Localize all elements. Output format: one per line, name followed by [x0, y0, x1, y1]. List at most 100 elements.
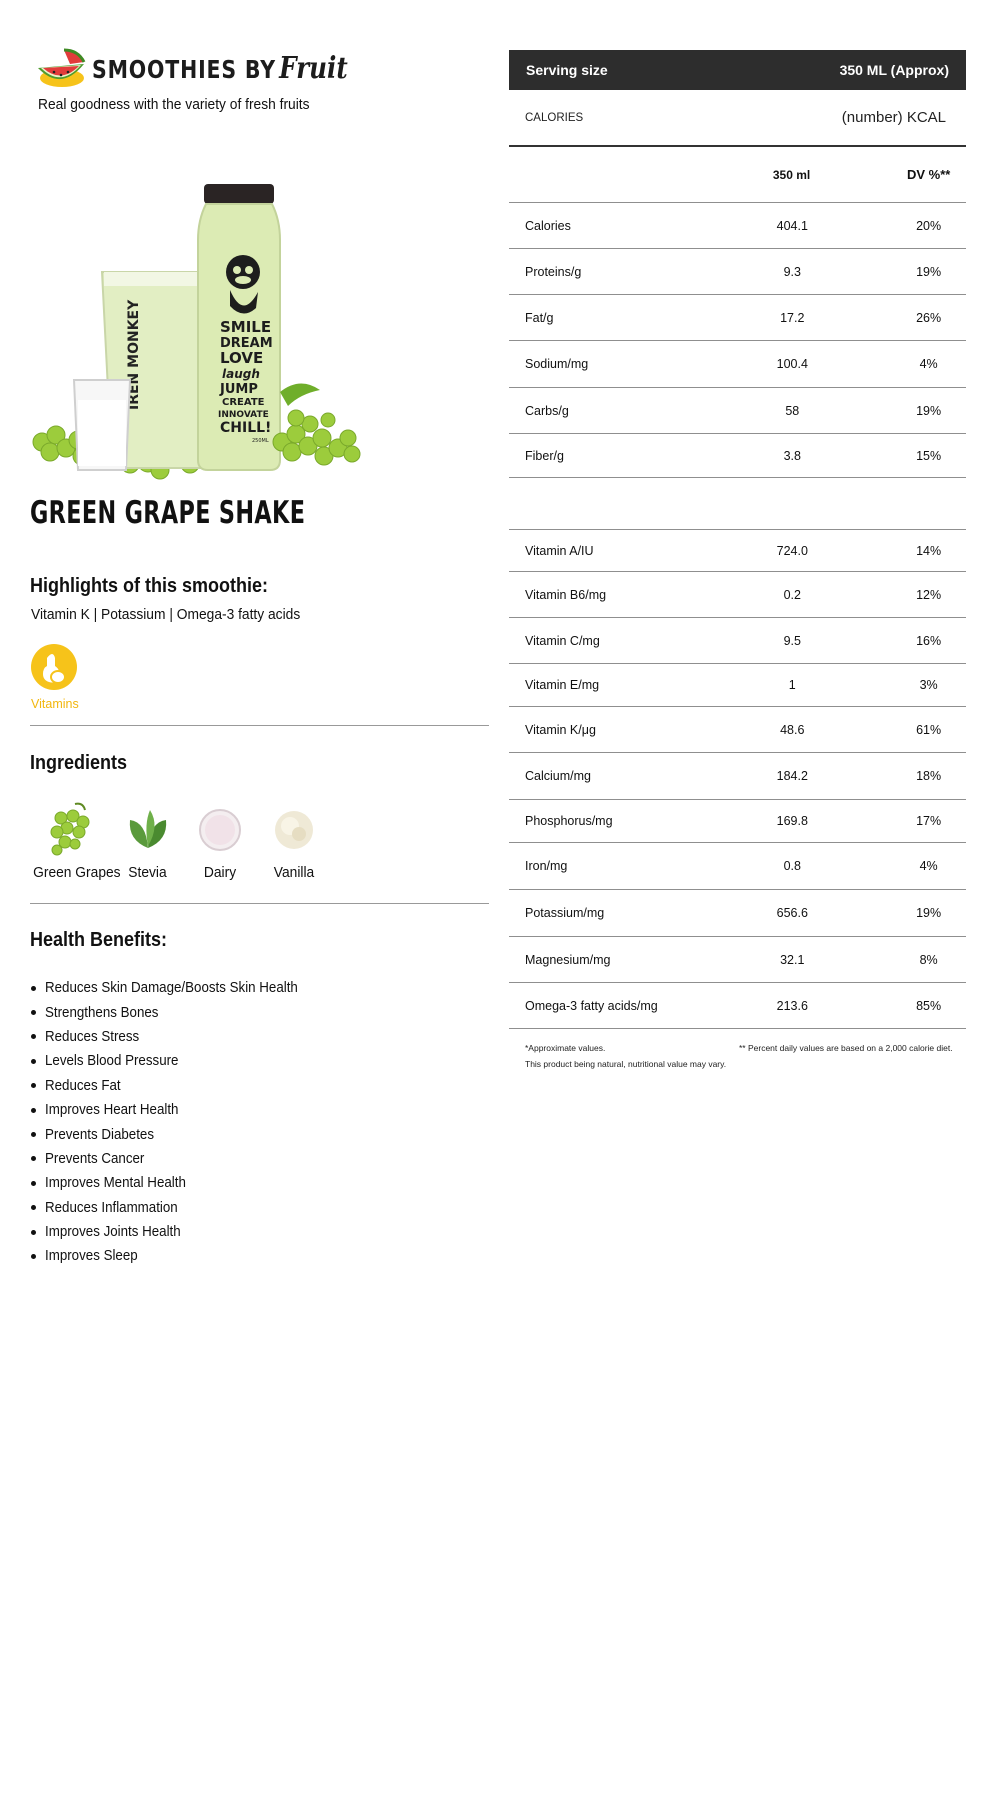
- table-spacer: [509, 478, 966, 530]
- serving-size-label: Serving size: [526, 62, 608, 78]
- list-item: Improves Joints Health: [30, 1220, 320, 1244]
- nutrient-amount: 1: [788, 678, 796, 692]
- ingredient-item: Green Grapes: [30, 800, 121, 881]
- brand-name-text: SMOOTHIES BY: [92, 54, 276, 84]
- bullet-icon: [31, 1034, 36, 1040]
- footnote-approximate: *Approximate values.: [525, 1043, 606, 1053]
- table-row: Vitamin B6/mg 0.2 12%: [509, 572, 966, 618]
- nutrient-name: Iron/mg: [525, 859, 568, 873]
- benefit-text: Reduces Stress: [45, 1028, 140, 1045]
- bullet-icon: [31, 1205, 36, 1211]
- table-row: Magnesium/mg 32.1 8%: [509, 937, 966, 983]
- nutrient-amount: 0.8: [783, 859, 801, 873]
- benefit-text: Reduces Inflammation: [45, 1199, 178, 1216]
- nutrient-amount: 58: [785, 403, 800, 418]
- bullet-icon: [31, 1180, 36, 1186]
- nutrient-amount: 656.6: [776, 906, 808, 920]
- nutrient-dv: 4%: [919, 357, 938, 371]
- nutrient-name: Vitamin A/IU: [525, 543, 594, 558]
- vanilla-icon: [275, 811, 313, 849]
- nutrient-dv: 26%: [916, 310, 942, 325]
- nutrient-amount: 3.8: [783, 448, 801, 463]
- nutrient-amount: 9.3: [783, 264, 801, 279]
- nutrient-name: Sodium/mg: [525, 357, 589, 371]
- bullet-icon: [31, 1132, 36, 1138]
- nutrient-name: Calcium/mg: [525, 769, 591, 783]
- serving-size-bar: Serving size 350 ML (Approx): [509, 50, 966, 90]
- nutrient-amount: 17.2: [780, 310, 805, 325]
- nutrient-amount: 213.6: [776, 998, 808, 1013]
- table-row: Carbs/g 58 19%: [509, 388, 966, 434]
- table-row: Fiber/g 3.8 15%: [509, 434, 966, 478]
- benefit-text: Reduces Fat: [45, 1077, 121, 1094]
- benefit-text: Improves Joints Health: [45, 1224, 181, 1241]
- nutrient-amount: 32.1: [780, 952, 805, 967]
- nutrient-dv: 85%: [916, 998, 942, 1013]
- dairy-icon: [199, 809, 241, 851]
- nutrient-name: Vitamin B6/mg: [525, 587, 607, 602]
- bullet-icon: [31, 1010, 36, 1016]
- bullet-icon: [31, 1156, 36, 1162]
- bullet-icon: [31, 1229, 36, 1235]
- table-row: Fat/g 17.2 26%: [509, 295, 966, 341]
- product-info-panel: SMOOTHIES BY Fruit Real goodness with the…: [0, 0, 500, 1797]
- table-row: Calories 404.1 20%: [509, 203, 966, 249]
- vitamins-icon: [43, 654, 66, 684]
- calories-summary-label: CALORIES: [525, 111, 584, 124]
- grape-cluster-right: [272, 383, 361, 466]
- green-grapes-icon: [50, 802, 90, 856]
- list-item: Improves Sleep: [30, 1244, 320, 1268]
- table-row: Potassium/mg 656.6 19%: [509, 890, 966, 937]
- benefit-text: Improves Sleep: [45, 1248, 138, 1265]
- table-row: Calcium/mg 184.2 18%: [509, 753, 966, 800]
- list-item: Prevents Cancer: [30, 1147, 320, 1171]
- bullet-icon: [31, 1058, 36, 1064]
- table-row: Iron/mg 0.8 4%: [509, 843, 966, 890]
- macro-nutrient-rows: Calories 404.1 20% Proteins/g 9.3 19% Fat/g 17.…: [509, 203, 966, 478]
- ingredients-list: Green Grapes Stevia Dairy Vanilla: [30, 800, 329, 881]
- table-header-row: 350 ml DV %**: [509, 147, 966, 203]
- list-item: Reduces Stress: [30, 1025, 320, 1049]
- nutrient-dv: 61%: [916, 722, 942, 737]
- product-illustration: IREN MONKEY SMILE DREAM LOVE laugh JUMP …: [32, 184, 361, 480]
- benefit-text: Levels Blood Pressure: [45, 1053, 179, 1070]
- benefit-text: Strengthens Bones: [45, 1004, 159, 1021]
- benefit-text: Improves Heart Health: [45, 1102, 179, 1119]
- nutrient-dv: 20%: [916, 218, 942, 233]
- bottle-word: INNOVATE: [218, 410, 269, 420]
- footnote-natural: This product being natural, nutritional …: [525, 1059, 727, 1069]
- nutrient-amount: 0.2: [783, 587, 801, 602]
- brand-tagline: Real goodness with the variety of fresh …: [38, 96, 310, 113]
- nutrient-dv: 8%: [919, 952, 938, 967]
- table-row: Phosphorus/mg 169.8 17%: [509, 800, 966, 843]
- table-footnotes: *Approximate values. This product being …: [509, 1029, 966, 1079]
- ingredient-label: Stevia: [128, 864, 167, 881]
- ingredient-label: Green Grapes: [33, 864, 121, 881]
- nutrient-name: Calories: [525, 218, 571, 233]
- benefit-text: Improves Mental Health: [45, 1175, 186, 1192]
- ingredient-item: Stevia: [110, 800, 185, 881]
- vitamins-badge: [31, 644, 77, 690]
- bullet-icon: [31, 1107, 36, 1113]
- micro-nutrient-rows: Vitamin A/IU 724.0 14% Vitamin B6/mg 0.2 12% V…: [509, 530, 966, 1029]
- serving-size-value: 350 ML (Approx): [839, 62, 949, 78]
- table-row: Proteins/g 9.3 19%: [509, 249, 966, 295]
- list-item: Improves Mental Health: [30, 1171, 320, 1195]
- nutrient-dv: 15%: [916, 448, 942, 463]
- bullet-icon: [31, 1253, 36, 1259]
- calories-summary-row: CALORIES (number) KCAL: [509, 90, 966, 147]
- nutrient-name: Carbs/g: [525, 403, 569, 418]
- bottle-volume: 250ML: [252, 438, 269, 444]
- list-item: Levels Blood Pressure: [30, 1049, 320, 1073]
- brand-header: SMOOTHIES BY Fruit: [34, 46, 404, 90]
- benefit-text: Prevents Diabetes: [45, 1126, 155, 1143]
- table-row: Vitamin K/μg 48.6 61%: [509, 707, 966, 753]
- nutrient-amount: 184.2: [776, 769, 808, 783]
- nutrient-name: Vitamin E/mg: [525, 678, 600, 692]
- nutrient-amount: 169.8: [776, 814, 808, 828]
- bottle-word: CHILL!: [220, 420, 271, 436]
- column-header-amount: 350 ml: [772, 167, 811, 182]
- bullet-icon: [31, 1083, 36, 1089]
- table-row: Sodium/mg 100.4 4%: [509, 341, 966, 388]
- list-item: Reduces Fat: [30, 1074, 320, 1098]
